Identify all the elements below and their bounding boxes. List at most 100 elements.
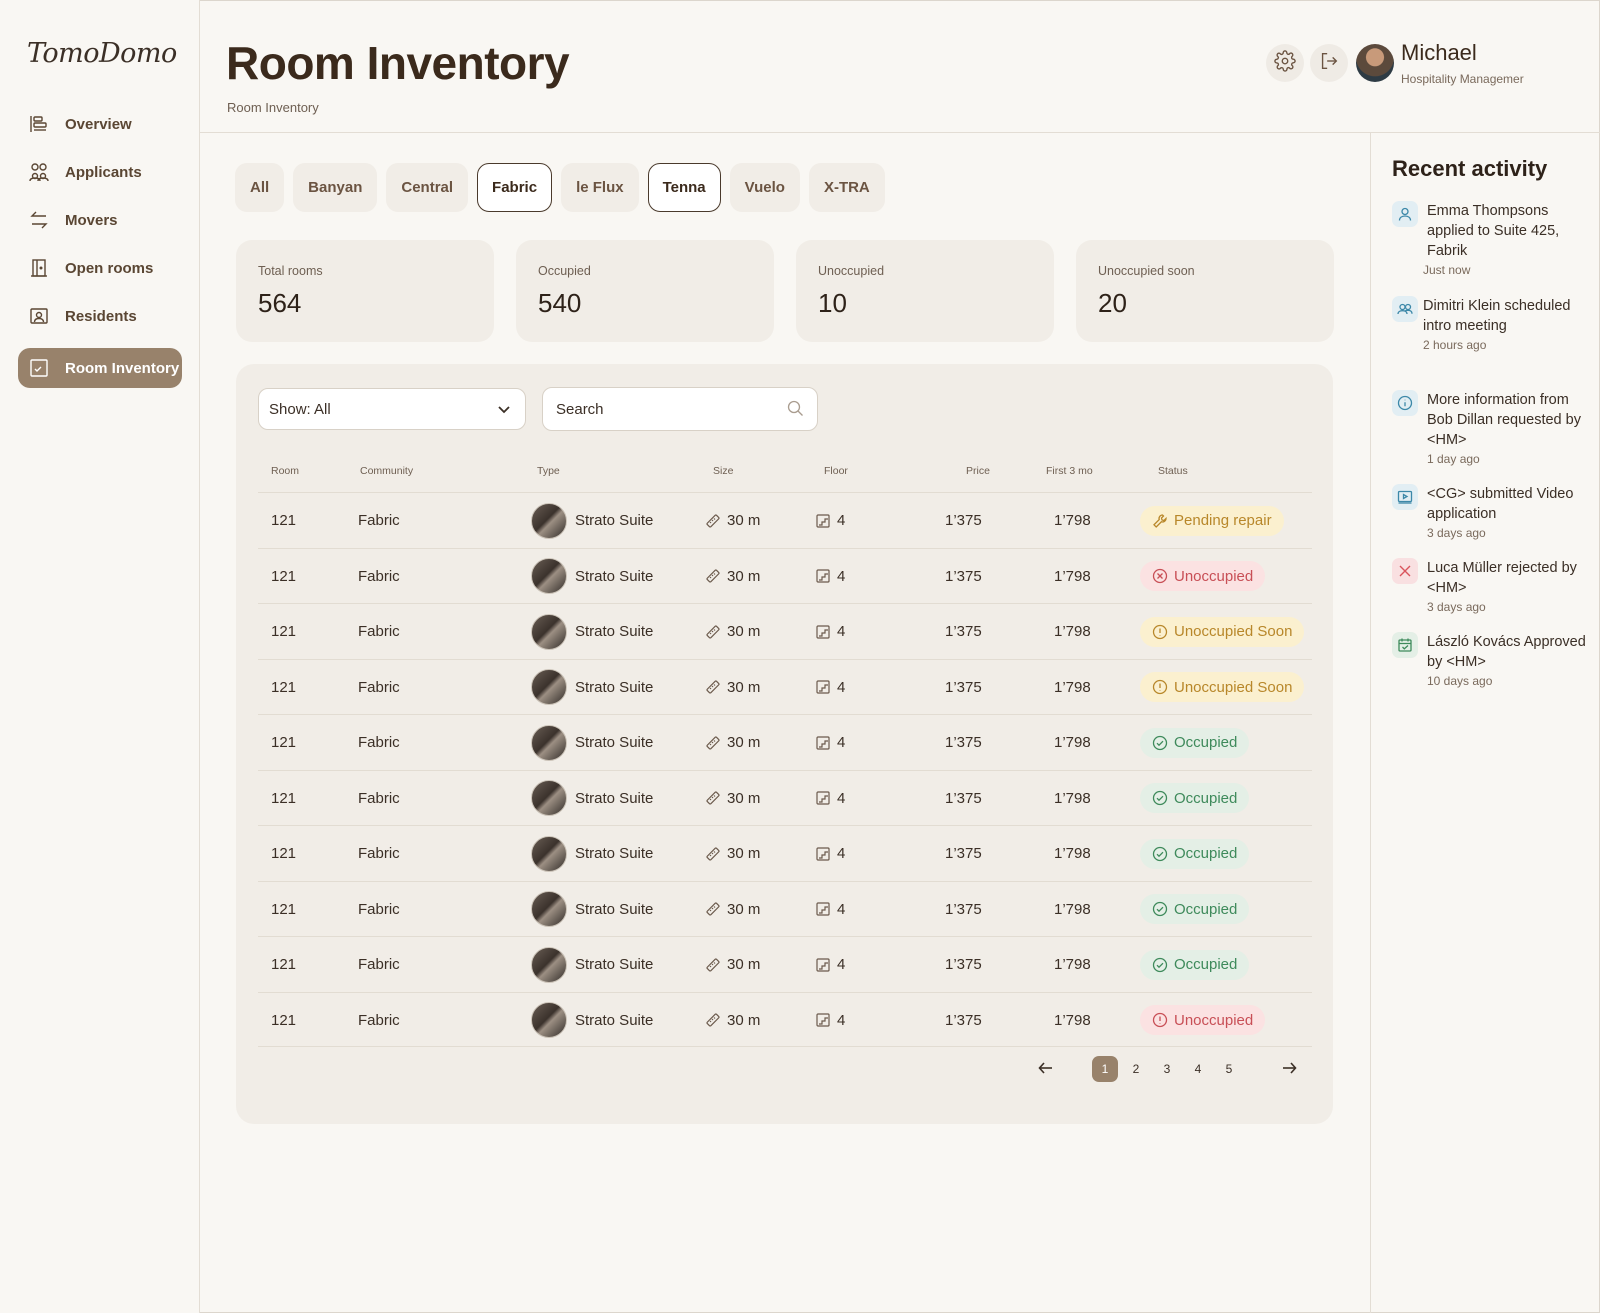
table-row[interactable]: 121 Fabric Strato Suite 30 m 4 1’375 1’798 Occu… [258, 880, 1312, 937]
cell-price: 1’375 [945, 900, 982, 918]
floor-icon [815, 568, 831, 584]
activity-text: Luca Müller rejected by <HM> [1427, 560, 1577, 596]
floor-value: 4 [837, 845, 846, 862]
table-row[interactable]: 121 Fabric Strato Suite 30 m 4 1’375 1’798 Occu… [258, 936, 1312, 992]
size-value: 30 m [727, 956, 761, 973]
table-row[interactable]: 121 Fabric Strato Suite 30 m 4 1’375 1’798 Unoc… [258, 658, 1312, 715]
sidebar-item-label: Overview [65, 115, 132, 133]
room-thumbnail [531, 613, 567, 650]
community-tabs: All Banyan Central Fabric le Flux Tenna … [235, 163, 885, 212]
tab-tenna[interactable]: Tenna [647, 163, 721, 212]
floor-value: 4 [837, 734, 846, 751]
status-label: Occupied [1174, 900, 1238, 918]
tab-fabric[interactable]: Fabric [477, 163, 553, 212]
show-filter-select[interactable]: Show: All [258, 388, 526, 430]
table-row[interactable]: 121 Fabric Strato Suite 30 m 4 1’375 1’798 Occu… [258, 825, 1312, 881]
cell-first-3-mo: 1’798 [1054, 900, 1091, 918]
user-icon [1392, 201, 1418, 227]
cell-floor: 4 [815, 937, 845, 992]
column-header-room[interactable]: Room [271, 465, 299, 477]
page-4-button[interactable]: 4 [1185, 1056, 1211, 1082]
sidebar-item-applicants[interactable]: Applicants [18, 152, 182, 192]
tab-banyan[interactable]: Banyan [293, 163, 378, 212]
cell-first-3-mo: 1’798 [1054, 956, 1091, 973]
stat-value: 10 [818, 288, 847, 318]
page-2-button[interactable]: 2 [1123, 1056, 1149, 1082]
table-row[interactable]: 121 Fabric Strato Suite 30 m 4 1’375 1’798 Unoc… [258, 991, 1312, 1048]
avatar[interactable] [1356, 44, 1394, 82]
column-header-floor[interactable]: Floor [824, 465, 848, 477]
size-value: 30 m [727, 512, 761, 529]
sidebar-item-label: Applicants [65, 163, 142, 181]
room-thumbnail [531, 946, 567, 983]
table-row[interactable]: 121 Fabric Strato Suite 30 m 4 1’375 1’798 Occu… [258, 769, 1312, 826]
room-thumbnail [531, 669, 567, 705]
gear-icon [1274, 49, 1296, 77]
column-header-community[interactable]: Community [360, 465, 413, 477]
room-thumbnail [531, 780, 567, 816]
tab-le-flux[interactable]: le Flux [561, 163, 639, 212]
column-header-price[interactable]: Price [966, 465, 990, 477]
page-1-button[interactable]: 1 [1092, 1056, 1118, 1082]
logout-button[interactable] [1310, 44, 1348, 82]
table-row[interactable]: 121 Fabric Strato Suite 30 m 4 1’375 1’798 Occu… [258, 714, 1312, 770]
sidebar-item-open-rooms[interactable]: Open rooms [18, 248, 182, 288]
column-header-size[interactable]: Size [713, 465, 733, 477]
activity-time: 2 hours ago [1423, 338, 1487, 352]
room-type-label: Strato Suite [575, 1011, 654, 1029]
cell-price: 1’375 [945, 678, 982, 696]
ruler-icon [705, 1012, 721, 1028]
size-value: 30 m [727, 623, 761, 640]
page-title: Room Inventory [226, 37, 570, 89]
alert-circle-icon [1152, 624, 1168, 640]
sidebar-item-room-inventory[interactable]: Room Inventory [18, 348, 182, 388]
cell-room: 121 [271, 900, 297, 918]
size-value: 30 m [727, 734, 761, 751]
tab-all[interactable]: All [235, 163, 285, 212]
cell-type: Strato Suite [531, 715, 653, 770]
brand-logo[interactable]: TomoDomo [27, 38, 177, 69]
column-header-first-3-mo[interactable]: First 3 mo [1046, 465, 1093, 477]
breadcrumb[interactable]: Room Inventory [227, 100, 319, 115]
status-label: Unoccupied Soon [1174, 623, 1293, 640]
size-value: 30 m [727, 1011, 761, 1029]
settings-button[interactable] [1266, 44, 1304, 82]
search-input[interactable] [542, 387, 818, 431]
cell-status: Unoccupied Soon [1140, 660, 1305, 715]
cell-price: 1’375 [945, 845, 982, 862]
sidebar-item-overview[interactable]: Overview [18, 104, 182, 144]
table-row[interactable]: 121 Fabric Strato Suite 30 m 4 1’375 1’798 Pend… [258, 492, 1312, 548]
tab-vuelo[interactable]: Vuelo [729, 163, 800, 212]
cell-price: 1’375 [945, 1011, 982, 1029]
next-page-arrow-icon[interactable] [1280, 1059, 1298, 1082]
status-badge: Unoccupied Soon [1140, 616, 1305, 647]
cell-floor: 4 [815, 993, 845, 1048]
sidebar-item-residents[interactable]: Residents [18, 296, 182, 336]
table-row[interactable]: 121 Fabric Strato Suite 30 m 4 1’375 1’798 Unoc… [258, 547, 1312, 604]
x-icon [1392, 558, 1418, 584]
cell-floor: 4 [815, 882, 845, 937]
page-5-button[interactable]: 5 [1216, 1056, 1242, 1082]
column-header-type[interactable]: Type [537, 465, 560, 477]
table-row[interactable]: 121 Fabric Strato Suite 30 m 4 1’375 1’798 Unoc… [258, 603, 1312, 659]
ruler-icon [705, 790, 721, 806]
cell-floor: 4 [815, 771, 845, 826]
cell-price: 1’375 [945, 956, 982, 973]
prev-page-arrow-icon[interactable] [1037, 1059, 1055, 1082]
chevron-down-icon [497, 402, 511, 420]
floor-icon [815, 735, 831, 751]
cell-first-3-mo: 1’798 [1054, 512, 1091, 529]
cell-status: Occupied [1140, 771, 1250, 826]
floor-icon [815, 679, 831, 695]
tab-x-tra[interactable]: X-TRA [808, 163, 885, 212]
page-3-button[interactable]: 3 [1154, 1056, 1180, 1082]
sidebar: TomoDomo Overview Applicants Movers Open… [0, 0, 200, 1313]
activity-time: Just now [1423, 263, 1471, 277]
pagination: 1 2 3 4 5 [236, 1056, 1333, 1086]
search-icon [787, 400, 804, 422]
status-badge: Unoccupied Soon [1140, 672, 1305, 702]
column-header-status[interactable]: Status [1158, 465, 1188, 477]
cell-floor: 4 [815, 660, 845, 715]
tab-central[interactable]: Central [386, 163, 469, 212]
sidebar-item-movers[interactable]: Movers [18, 200, 182, 240]
